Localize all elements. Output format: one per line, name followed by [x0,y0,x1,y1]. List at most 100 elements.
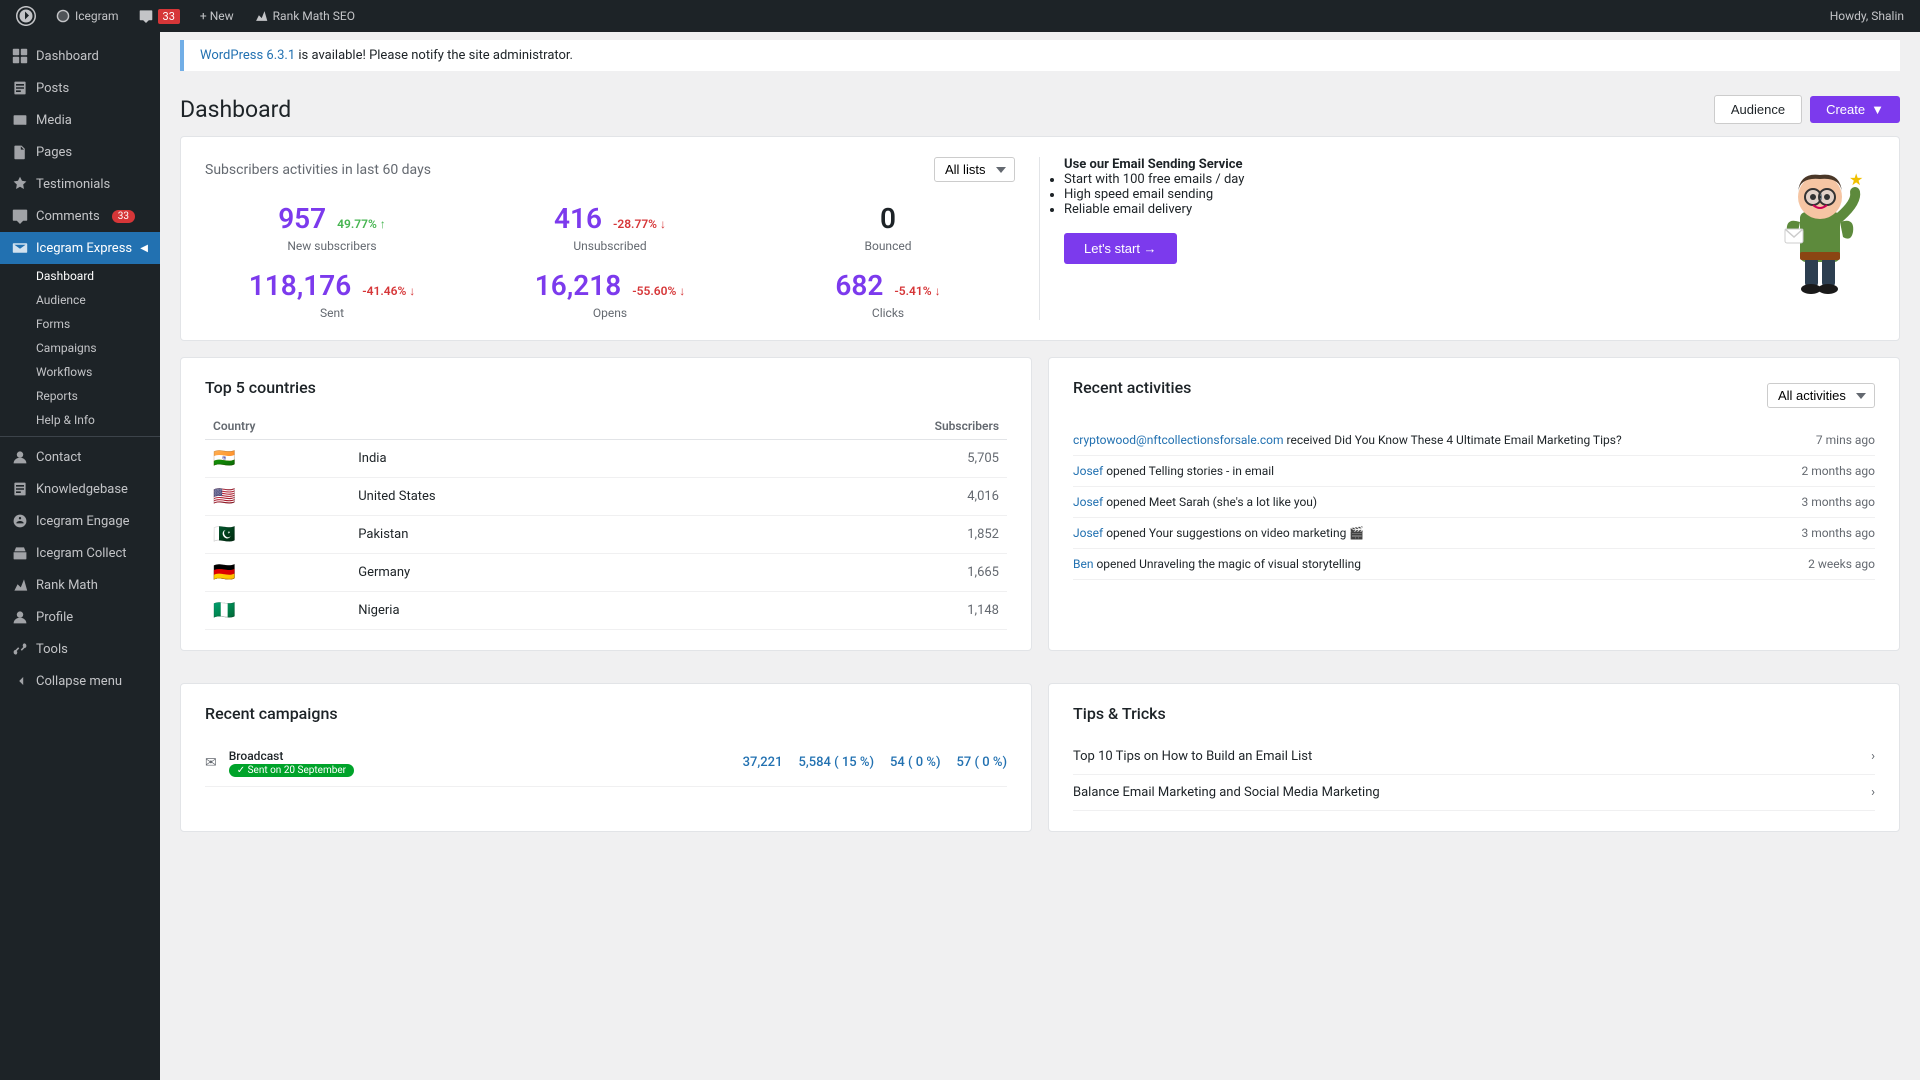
unsub-label: Unsubscribed [483,239,737,253]
feature-2: High speed email sending [1064,187,1775,202]
sidebar-item-icegram-collect[interactable]: Icegram Collect [0,537,160,569]
sidebar-item-icegram-express[interactable]: Icegram Express ◀ [0,232,160,264]
campaign-name: Broadcast [229,749,354,763]
countries-title: Top 5 countries [205,378,1007,397]
sidebar-collapse-menu[interactable]: Collapse menu [0,665,160,697]
subscriber-stats-section: Subscribers activities in last 60 days A… [205,157,1040,320]
country-row-germany: 🇩🇪 Germany 1,665 [205,554,1007,592]
sidebar-item-pages[interactable]: Pages [0,136,160,168]
sidebar-item-comments[interactable]: Comments 33 [0,200,160,232]
activities-filter-select[interactable]: All activities [1767,383,1875,408]
email-service-title: Use our Email Sending Service [1064,157,1775,172]
create-label: Create [1826,102,1865,117]
sidebar-contact-label: Contact [36,450,81,465]
sidebar-item-dashboard[interactable]: Dashboard [0,40,160,72]
submenu-help[interactable]: Help & Info [0,408,160,432]
unsub-link[interactable]: 416 -28.77% ↓ [554,202,666,235]
new-label: + New [200,9,234,23]
rankmath-item[interactable]: Rank Math SEO [246,0,363,32]
activity-item-5: Ben opened Unraveling the magic of visua… [1073,549,1875,580]
campaign-unsub: 57 ( 0 %) [957,755,1007,770]
submenu-reports[interactable]: Reports [0,384,160,408]
submenu-audience[interactable]: Audience [0,288,160,312]
submenu-forms[interactable]: Forms [0,312,160,336]
feature-2-text: High speed email sending [1064,187,1213,202]
sidebar-item-icegram-engage[interactable]: Icegram Engage [0,505,160,537]
activity-5-action: opened Unraveling the magic of visual st… [1096,557,1361,571]
site-name-item[interactable]: Icegram [48,0,127,32]
submenu-workflows[interactable]: Workflows [0,360,160,384]
sidebar-item-knowledgebase[interactable]: Knowledgebase [0,473,160,505]
new-item[interactable]: + New [192,0,242,32]
sidebar-item-profile[interactable]: Profile [0,601,160,633]
sidebar-profile-label: Profile [36,610,73,625]
sidebar-item-testimonials[interactable]: Testimonials [0,168,160,200]
sidebar-item-contact[interactable]: Contact [0,441,160,473]
sidebar-item-media[interactable]: Media [0,104,160,136]
pakistan-flag: 🇵🇰 [213,524,235,545]
stat-sent: 118,176 -41.46% ↓ Sent [205,269,459,320]
activity-4-actor[interactable]: Josef [1073,526,1103,540]
tips-item-1-text: Top 10 Tips on How to Build an Email Lis… [1073,749,1312,764]
sent-label: Sent [205,306,459,320]
icegram-arrow-icon: ◀ [140,243,148,254]
list-filter-select[interactable]: All lists [934,157,1015,182]
germany-name: Germany [350,554,703,592]
stat-opens: 16,218 -55.60% ↓ Opens [483,269,737,320]
stats-title: Subscribers activities in last 60 days [205,162,431,178]
activity-4-text: Josef opened Your suggestions on video m… [1073,526,1781,540]
feature-1-text: Start with 100 free emails / day [1064,172,1244,187]
stat-new-subscribers: 957 49.77% ↑ New subscribers [205,202,459,253]
tips-item-1[interactable]: Top 10 Tips on How to Build an Email Lis… [1073,739,1875,775]
sidebar-item-rank-math[interactable]: Rank Math [0,569,160,601]
sent-change: -41.46% ↓ [362,284,415,298]
clicks-label: Clicks [761,306,1015,320]
campaign-sent-val: 37,221 [743,755,783,770]
feature-3-text: Reliable email delivery [1064,202,1192,217]
mascot-illustration: ★ [1775,157,1875,297]
wp-logo-item[interactable] [8,0,44,32]
sidebar-rankmath-label: Rank Math [36,578,98,593]
country-row-india: 🇮🇳 India 5,705 [205,440,1007,478]
tips-item-2[interactable]: Balance Email Marketing and Social Media… [1073,775,1875,811]
country-row-nigeria: 🇳🇬 Nigeria 1,148 [205,592,1007,630]
video-icon: 🎬 [1349,526,1364,540]
activity-5-actor[interactable]: Ben [1073,557,1093,571]
submenu-dashboard[interactable]: Dashboard [0,264,160,288]
activity-1-actor[interactable]: cryptowood@nftcollectionsforsale.com [1073,433,1284,447]
activities-card: Recent activities All activities cryptow… [1048,357,1900,651]
opens-label: Opens [483,306,737,320]
sidebar-item-tools[interactable]: Tools [0,633,160,665]
comments-badge: 33 [112,210,135,223]
us-count: 4,016 [703,478,1007,516]
stat-clicks: 682 -5.41% ↓ Clicks [761,269,1015,320]
submenu-campaigns[interactable]: Campaigns [0,336,160,360]
activity-1-text: cryptowood@nftcollectionsforsale.com rec… [1073,433,1796,447]
comments-item[interactable]: 33 [131,0,188,32]
sidebar-item-posts[interactable]: Posts [0,72,160,104]
activity-3-actor[interactable]: Josef [1073,495,1103,509]
sidebar-testimonials-label: Testimonials [36,177,110,192]
create-button[interactable]: Create ▼ [1810,96,1900,123]
activity-2-action: opened Telling stories - in email [1106,464,1274,478]
activity-item-4: Josef opened Your suggestions on video m… [1073,518,1875,549]
sidebar-dashboard-label: Dashboard [36,49,99,64]
feature-3: Reliable email delivery [1064,202,1775,217]
lets-start-button[interactable]: Let's start → [1064,233,1177,264]
update-link[interactable]: WordPress 6.3.1 [200,48,295,63]
howdy-text: Howdy, Shalin [1822,9,1912,23]
activity-1-action: received Did You Know These 4 Ultimate E… [1287,433,1622,447]
create-chevron-icon: ▼ [1871,102,1884,117]
notice-message: is available! Please notify the site adm… [295,48,573,63]
email-features-list: Start with 100 free emails / day High sp… [1064,172,1775,217]
sidebar-media-label: Media [36,113,72,128]
bounced-label: Bounced [761,239,1015,253]
activity-item-2: Josef opened Telling stories - in email … [1073,456,1875,487]
audience-button[interactable]: Audience [1714,95,1802,124]
svg-text:★: ★ [1849,170,1863,189]
activity-2-actor[interactable]: Josef [1073,464,1103,478]
opens-change: -55.60% ↓ [632,284,685,298]
country-row-us: 🇺🇸 United States 4,016 [205,478,1007,516]
unsub-change: -28.77% ↓ [613,217,666,231]
broadcast-icon: ✉ [205,755,217,771]
